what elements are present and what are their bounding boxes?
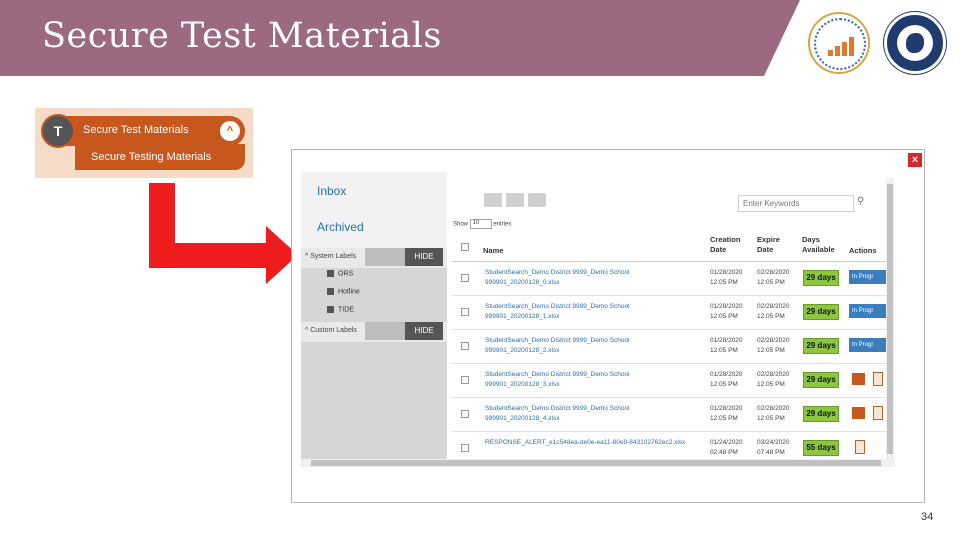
file-name-link[interactable]: StudentSearch_Demo District 9999_Demo Sc…: [485, 336, 705, 356]
state-seal-logo: [884, 12, 946, 74]
column-header-days[interactable]: Days Available: [802, 235, 842, 255]
archive-icon[interactable]: [506, 193, 524, 207]
expire-date: 02/28/2020 12:05 PM: [757, 337, 790, 354]
hide-toggle-track: [365, 322, 405, 340]
creation-date: 01/28/2020 12:05 PM: [710, 405, 743, 422]
expire-date: 02/28/2020 12:05 PM: [757, 405, 790, 422]
label-checkbox-tide[interactable]: TIDE: [327, 306, 354, 313]
table-row[interactable]: StudentSearch_Demo District 9999_Demo Sc…: [452, 296, 886, 330]
assessment-logo: [808, 12, 870, 74]
table-row[interactable]: StudentSearch_Demo District 9999_Demo Sc…: [452, 364, 886, 398]
row-checkbox[interactable]: [461, 274, 469, 282]
creation-date: 01/28/2020 12:05 PM: [710, 303, 743, 320]
inbox-sidebar: Inbox Archived ^ System Labels HIDE ORS …: [301, 172, 447, 466]
days-available-badge: 29 days: [803, 304, 839, 320]
custom-labels-section: ^ Custom Labels HIDE: [301, 322, 447, 342]
archive-icon[interactable]: [852, 373, 865, 385]
trash-icon[interactable]: [855, 440, 865, 454]
trash-icon[interactable]: [873, 372, 883, 386]
label-icon[interactable]: [484, 193, 502, 207]
expire-date: 02/28/2020 12:05 PM: [757, 371, 790, 388]
creation-date: 01/28/2020 12:05 PM: [710, 371, 743, 388]
logo-bars: [828, 36, 854, 56]
row-checkbox[interactable]: [461, 308, 469, 316]
archive-icon[interactable]: [852, 407, 865, 419]
table-row[interactable]: StudentSearch_Demo District 9999_Demo Sc…: [452, 262, 886, 296]
file-name-link[interactable]: StudentSearch_Demo District 9999_Demo Sc…: [485, 404, 705, 424]
slide-title: Secure Test Materials: [42, 16, 442, 56]
creation-date: 01/28/2020 12:05 PM: [710, 269, 743, 286]
system-labels-toggle[interactable]: ^ System Labels: [305, 253, 356, 260]
row-checkbox[interactable]: [461, 444, 469, 452]
file-name-link[interactable]: StudentSearch_Demo District 9999_Demo Sc…: [485, 302, 705, 322]
slide-banner: Secure Test Materials: [0, 0, 960, 76]
red-arrow-horizontal: [149, 243, 267, 268]
column-header-actions: Actions: [849, 246, 877, 255]
creation-date: 01/28/2020 12:05 PM: [710, 337, 743, 354]
days-available-badge: 29 days: [803, 406, 839, 422]
in-progress-button[interactable]: In Progr: [849, 338, 886, 352]
expire-date: 02/28/2020 12:05 PM: [757, 303, 790, 320]
select-all-checkbox[interactable]: [461, 243, 469, 251]
show-entries-control: Show 10 entries: [453, 219, 512, 229]
table-row[interactable]: StudentSearch_Demo District 9999_Demo Sc…: [452, 330, 886, 364]
sidebar-item-inbox[interactable]: Inbox: [317, 184, 346, 198]
trash-icon[interactable]: [528, 193, 546, 207]
file-name-link[interactable]: StudentSearch_Demo District 9999_Demo Sc…: [485, 268, 705, 288]
secure-testing-materials-link[interactable]: Secure Testing Materials: [75, 144, 245, 170]
label-checkbox-hotline[interactable]: Hotline: [327, 288, 360, 295]
creation-date: 01/24/2020 02:48 PM: [710, 439, 743, 456]
trash-icon[interactable]: [873, 406, 883, 420]
column-header-creation[interactable]: Creation Date: [710, 235, 750, 255]
entries-select[interactable]: 10: [469, 219, 492, 229]
row-checkbox[interactable]: [461, 376, 469, 384]
days-available-badge: 29 days: [803, 338, 839, 354]
checkbox-checked-icon: [327, 306, 334, 313]
sidebar-folders: Inbox Archived: [301, 172, 447, 248]
in-progress-button[interactable]: In Progr: [849, 304, 886, 318]
expire-date: 03/24/2020 07:48 PM: [757, 439, 790, 456]
tt-icon: T: [41, 114, 75, 148]
row-checkbox[interactable]: [461, 410, 469, 418]
expire-date: 02/28/2020 12:05 PM: [757, 269, 790, 286]
search-icon[interactable]: ⚲: [857, 196, 864, 207]
secure-materials-modal: × Inbox Archived ^ System Labels HIDE OR…: [291, 149, 925, 503]
table-row[interactable]: StudentSearch_Demo District 9999_Demo Sc…: [452, 398, 886, 432]
custom-labels-toggle[interactable]: ^ Custom Labels: [305, 327, 357, 334]
menu-top-label: Secure Test Materials: [83, 124, 189, 136]
hide-custom-labels-button[interactable]: HIDE: [405, 322, 443, 340]
days-available-badge: 29 days: [803, 372, 839, 388]
days-available-badge: 55 days: [803, 440, 839, 456]
secure-test-materials-menu[interactable]: T Secure Test Materials ^: [41, 114, 245, 148]
search-input[interactable]: Enter Keywords: [738, 195, 854, 212]
label-checkbox-ors[interactable]: ORS: [327, 270, 353, 277]
days-available-badge: 29 days: [803, 270, 839, 286]
row-checkbox[interactable]: [461, 342, 469, 350]
chevron-up-icon[interactable]: ^: [220, 121, 240, 141]
hide-system-labels-button[interactable]: HIDE: [405, 248, 443, 266]
vertical-scrollbar[interactable]: [886, 178, 894, 467]
sidebar-item-archived[interactable]: Archived: [317, 220, 364, 234]
in-progress-button[interactable]: In Progr: [849, 270, 886, 284]
system-labels-section: ^ System Labels HIDE: [301, 248, 447, 268]
column-header-name[interactable]: Name: [483, 246, 503, 256]
hide-toggle-track: [365, 248, 405, 266]
close-button[interactable]: ×: [908, 153, 922, 167]
column-header-expire[interactable]: Expire Date: [757, 235, 793, 255]
menu-sub-label: Secure Testing Materials: [91, 151, 212, 163]
horizontal-scrollbar[interactable]: [301, 459, 895, 467]
checkbox-checked-icon: [327, 288, 334, 295]
file-name-link[interactable]: RESPONSE_ALERT_e1c548ea-de0e-ea11-80e9-8…: [485, 438, 705, 448]
page-number: 34: [921, 511, 934, 523]
checkbox-checked-icon: [327, 270, 334, 277]
menu-screenshot: T Secure Test Materials ^ Secure Testing…: [35, 108, 253, 178]
file-name-link[interactable]: StudentSearch_Demo District 9999_Demo Sc…: [485, 370, 705, 390]
